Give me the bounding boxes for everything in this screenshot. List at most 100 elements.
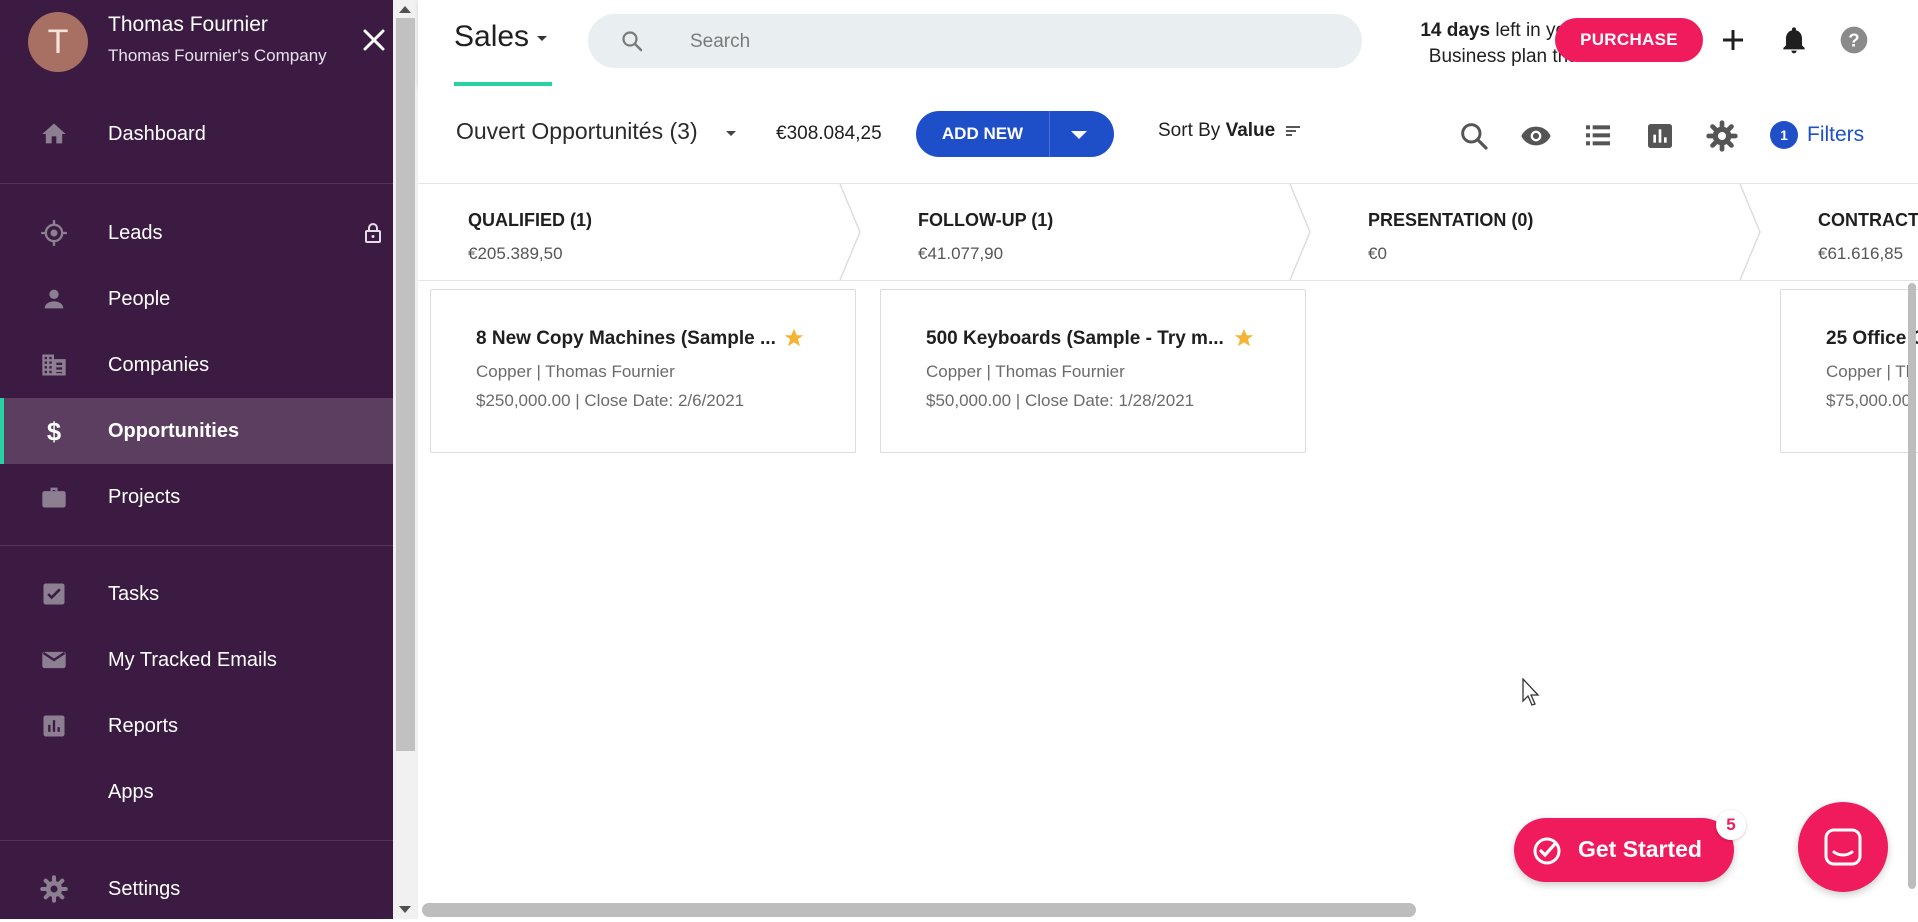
search-icon[interactable] [1458, 120, 1490, 152]
search-icon [620, 29, 644, 53]
scroll-up-arrow[interactable] [399, 6, 411, 13]
stage-contract[interactable]: CONTRACT €61.616,85 [1762, 184, 1918, 280]
sidebar-item-label: Projects [108, 485, 181, 508]
add-new-label[interactable]: ADD NEW [916, 111, 1049, 157]
sidebar: T Thomas Fournier Thomas Fournier's Comp… [0, 0, 393, 919]
sidebar-item-people[interactable]: People [0, 266, 393, 332]
pipeline-total: €308.084,25 [776, 123, 882, 144]
gear-icon[interactable] [1706, 120, 1738, 152]
horizontal-scrollbar[interactable] [422, 903, 1416, 917]
stage-value: €61.616,85 [1818, 244, 1904, 263]
divider [0, 545, 393, 546]
sidebar-item-label: Tasks [108, 582, 160, 605]
card-company-owner: Copper | Thomas Fournier [926, 362, 1125, 381]
search-bar [588, 14, 1362, 68]
sidebar-item-apps[interactable]: Apps [0, 759, 393, 825]
eye-icon[interactable] [1520, 120, 1552, 152]
chat-launcher[interactable] [1798, 802, 1888, 892]
top-bar: Sales 14 days left in your Business plan… [418, 0, 1918, 87]
sidebar-item-dashboard[interactable]: Dashboard [0, 101, 393, 167]
svg-text:$: $ [47, 418, 61, 445]
sidebar-item-tracked-emails[interactable]: My Tracked Emails [0, 627, 393, 693]
scrollbar-thumb[interactable] [396, 18, 415, 751]
search-input[interactable] [688, 24, 1292, 60]
stage-qualified[interactable]: QUALIFIED (1) €205.389,50 [418, 184, 862, 280]
add-new-button[interactable]: ADD NEW [916, 111, 1114, 157]
svg-text:?: ? [1848, 30, 1859, 51]
sidebar-item-leads[interactable]: Leads [0, 200, 393, 266]
opportunity-card[interactable]: 8 New Copy Machines (Sample ... Copper |… [430, 289, 856, 453]
mouse-cursor-icon [1522, 678, 1540, 706]
close-icon[interactable] [358, 24, 390, 56]
sidebar-item-projects[interactable]: Projects [0, 464, 393, 530]
list-view-icon[interactable] [1582, 120, 1614, 152]
help-icon[interactable]: ? [1838, 24, 1870, 56]
check-circle-icon [1532, 836, 1562, 866]
profile-name: Thomas Fournier [108, 13, 268, 36]
card-title[interactable]: 500 Keyboards (Sample - Try m... [926, 328, 1224, 350]
app-switcher[interactable]: Sales [454, 20, 548, 54]
sidebar-item-tasks[interactable]: Tasks [0, 561, 393, 627]
stage-name: FOLLOW-UP (1) [918, 210, 1054, 230]
chat-icon [1824, 828, 1862, 866]
sidebar-item-label: Dashboard [108, 122, 206, 145]
opportunity-card[interactable]: 25 Office C Copper | Th $75,000.00 [1780, 289, 1918, 453]
get-started-button[interactable]: Get Started [1514, 818, 1734, 882]
trial-days: 14 days [1420, 20, 1491, 41]
board-scrollbar[interactable] [1905, 283, 1918, 903]
stage-name: PRESENTATION (0) [1368, 210, 1534, 230]
home-icon [40, 120, 68, 148]
filters-count-badge[interactable]: 1 [1770, 121, 1798, 149]
sidebar-item-settings[interactable]: Settings [0, 856, 393, 922]
sort-by-control[interactable]: Sort By Value [1158, 120, 1301, 142]
bar-chart-icon[interactable] [1644, 120, 1676, 152]
main-content: Sales 14 days left in your Business plan… [418, 0, 1918, 919]
sidebar-item-label: Apps [108, 780, 154, 803]
chevron-down-icon[interactable] [1071, 131, 1087, 139]
sidebar-item-reports[interactable]: Reports [0, 693, 393, 759]
star-icon[interactable] [1233, 327, 1255, 349]
filters-button[interactable]: Filters [1807, 123, 1864, 147]
stage-name: CONTRACT [1818, 210, 1918, 230]
chevron-down-icon[interactable] [726, 131, 736, 136]
envelope-icon [40, 646, 68, 674]
stage-arrow [1289, 184, 1311, 280]
sidebar-item-label: Reports [108, 714, 179, 737]
bell-icon[interactable] [1778, 24, 1810, 56]
gear-icon [40, 875, 68, 903]
view-selector[interactable]: Ouvert Opportunités (3) [456, 118, 698, 145]
chevron-down-icon [537, 35, 548, 41]
sidebar-scrollbar[interactable] [393, 0, 418, 919]
stage-follow-up[interactable]: FOLLOW-UP (1) €41.077,90 [862, 184, 1312, 280]
plus-icon[interactable] [1717, 24, 1749, 56]
sidebar-item-opportunities[interactable]: $ Opportunities [0, 398, 393, 464]
card-title[interactable]: 8 New Copy Machines (Sample ... [476, 328, 776, 350]
stage-presentation[interactable]: PRESENTATION (0) €0 [1312, 184, 1762, 280]
get-started-badge: 5 [1716, 810, 1746, 840]
checkbox-icon [40, 580, 68, 608]
bar-chart-icon [40, 712, 68, 740]
target-icon [40, 219, 68, 247]
card-company-owner: Copper | Th [1826, 362, 1916, 381]
sidebar-item-companies[interactable]: Companies [0, 332, 393, 398]
sort-prefix: Sort By [1158, 120, 1226, 141]
stage-arrow [839, 184, 861, 280]
sidebar-item-label: People [108, 287, 171, 310]
avatar[interactable]: T [28, 12, 88, 72]
lock-icon [362, 221, 384, 245]
card-value-close-date: $250,000.00 | Close Date: 2/6/2021 [476, 391, 745, 410]
scrollbar-thumb[interactable] [1908, 283, 1916, 889]
purchase-button[interactable]: PURCHASE [1555, 18, 1703, 62]
sidebar-item-label: Settings [108, 877, 181, 900]
dollar-icon: $ [40, 417, 68, 446]
sidebar-item-label: My Tracked Emails [108, 648, 277, 671]
divider [0, 840, 393, 841]
star-icon[interactable] [783, 327, 805, 349]
person-icon [40, 285, 68, 313]
sidebar-item-label: Opportunities [108, 419, 240, 442]
stage-value: €41.077,90 [918, 244, 1004, 263]
opportunity-card[interactable]: 500 Keyboards (Sample - Try m... Copper … [880, 289, 1306, 453]
sort-icon [1285, 126, 1300, 136]
scroll-down-arrow[interactable] [399, 906, 411, 913]
sort-value: Value [1225, 120, 1276, 141]
